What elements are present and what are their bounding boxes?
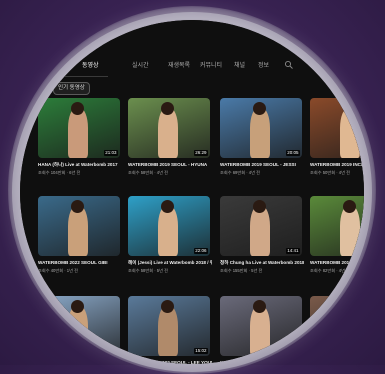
tab-playlists[interactable]: 재생목록 xyxy=(168,60,190,69)
video-thumbnail[interactable]: 22:06 xyxy=(128,196,210,256)
duration-badge: 22:06 xyxy=(193,248,208,254)
thumbnail-figure-head xyxy=(71,200,84,213)
thumbnail-figure xyxy=(68,206,88,256)
tab-home[interactable]: 홈 xyxy=(50,60,56,69)
video-thumbnail[interactable] xyxy=(38,196,120,256)
tab-about[interactable]: 정보 xyxy=(258,60,269,69)
video-meta: 조회수 50만회 · 4년 전 xyxy=(310,170,351,175)
video-thumbnail[interactable]: 26:29 xyxy=(128,98,210,158)
thumbnail-figure xyxy=(68,108,88,158)
video-title[interactable]: WATERBOMB 2022 SEOUL GIBI xyxy=(38,260,122,266)
thumbnail-figure-head xyxy=(253,200,266,213)
thumbnail-figure-head xyxy=(71,300,84,313)
thumbnail-figure-head xyxy=(343,300,356,313)
video-title[interactable]: WATERBOMB 2022 SEOUL - LEE YOUNG JI xyxy=(128,360,212,364)
thumbnail-figure-head xyxy=(253,300,266,313)
thumbnail-figure xyxy=(158,206,178,256)
thumbnail-figure xyxy=(158,108,178,158)
thumbnail-figure xyxy=(68,306,88,356)
video-meta: 조회수 155만회 · 5년 전 xyxy=(220,268,263,273)
video-meta: 조회수 104만회 · 6년 전 xyxy=(38,170,81,175)
channel-tabs: 홈 동영상 실시간 재생목록 커뮤니티 채널 정보 xyxy=(20,56,364,76)
youtube-channel-screen: 홈 동영상 실시간 재생목록 커뮤니티 채널 정보 인기 동영상 21:03 HA… xyxy=(20,20,364,364)
video-title[interactable]: WATERBOMB 2019 INCHEON - JESSI xyxy=(310,162,364,168)
magnifier-lens: 홈 동영상 실시간 재생목록 커뮤니티 채널 정보 인기 동영상 21:03 HA… xyxy=(20,20,364,364)
video-meta: 조회수 69만회 · 4년 전 xyxy=(220,170,261,175)
video-title[interactable]: HANA (하나) Live at Waterbomb 2017 xyxy=(38,162,122,168)
thumbnail-figure xyxy=(250,206,270,256)
thumbnail-figure-head xyxy=(343,200,356,213)
tab-videos[interactable]: 동영상 xyxy=(82,60,99,69)
video-title[interactable]: WATERBOMB 2019 SEOUL - JESSI xyxy=(220,162,304,168)
thumbnail-figure-head xyxy=(161,300,174,313)
video-thumbnail[interactable] xyxy=(38,296,120,356)
active-tab-indicator xyxy=(48,76,108,77)
video-thumbnail[interactable]: 21:03 xyxy=(38,98,120,158)
tab-channels[interactable]: 채널 xyxy=(234,60,245,69)
thumbnail-figure xyxy=(340,306,360,356)
thumbnail-figure xyxy=(340,108,360,158)
video-title[interactable]: WATERBOMB 2019 CHANGJU - HYUNA xyxy=(220,360,304,364)
video-thumbnail[interactable]: 15:02 xyxy=(128,296,210,356)
thumbnail-figure-head xyxy=(161,200,174,213)
thumbnail-figure-head xyxy=(71,102,84,115)
thumbnail-figure-head xyxy=(253,102,266,115)
duration-badge: 26:29 xyxy=(193,150,208,156)
video-thumbnail[interactable] xyxy=(310,196,364,256)
duration-badge: 20:05 xyxy=(285,150,300,156)
thumbnail-figure xyxy=(250,108,270,158)
video-thumbnail[interactable] xyxy=(310,296,364,356)
video-meta: 조회수 40만회 · 1년 전 xyxy=(38,268,79,273)
video-title[interactable]: WATERBOMB 2019 SEOUL - CHUNGHA xyxy=(310,260,364,266)
thumbnail-figure xyxy=(250,306,270,356)
video-thumbnail[interactable]: 14:41 xyxy=(220,196,302,256)
thumbnail-figure xyxy=(158,306,178,356)
tab-community[interactable]: 커뮤니티 xyxy=(200,60,222,69)
video-title[interactable]: 헤이 (Jessi) Live at Waterbomb 2018 / 워터밤 … xyxy=(128,260,212,266)
thumbnail-figure-head xyxy=(343,102,356,115)
duration-badge: 21:03 xyxy=(103,150,118,156)
video-meta: 조회수 82만회 · 4년 전 xyxy=(310,268,351,273)
video-thumbnail[interactable]: 20:05 xyxy=(220,98,302,158)
thumbnail-figure-head xyxy=(161,102,174,115)
video-thumbnail[interactable] xyxy=(220,296,302,356)
video-meta: 조회수 58만회 · 5년 전 xyxy=(128,268,169,273)
thumbnail-figure xyxy=(340,206,360,256)
video-thumbnail[interactable] xyxy=(310,98,364,158)
tab-live[interactable]: 실시간 xyxy=(132,60,149,69)
search-icon[interactable] xyxy=(284,60,294,70)
filter-chip-popular[interactable]: 인기 동영상 xyxy=(53,82,90,95)
duration-badge: 15:02 xyxy=(193,348,208,354)
video-title[interactable]: WATERBOMB 2019 SEOUL - HYUNA xyxy=(128,162,212,168)
duration-badge: 14:41 xyxy=(285,248,300,254)
video-meta: 조회수 58만회 · 4년 전 xyxy=(128,170,169,175)
video-title[interactable]: 청하 Chung ha Live at Waterbomb 2018 / 워터밤… xyxy=(220,260,304,266)
